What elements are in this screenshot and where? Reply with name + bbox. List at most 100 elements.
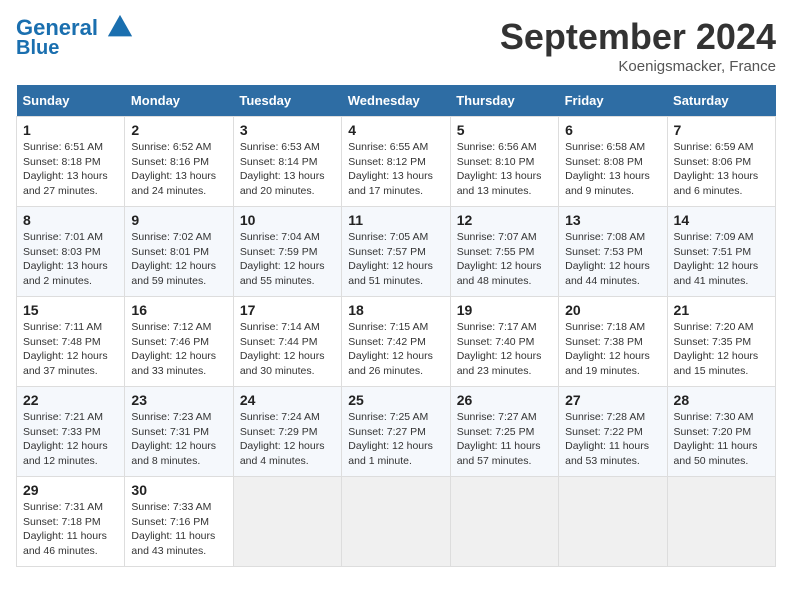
calendar-cell: 27Sunrise: 7:28 AMSunset: 7:22 PMDayligh… <box>559 387 667 477</box>
day-info: Sunrise: 6:52 AMSunset: 8:16 PMDaylight:… <box>131 140 226 199</box>
calendar-header-row: SundayMondayTuesdayWednesdayThursdayFrid… <box>17 85 776 117</box>
day-number: 7 <box>674 122 769 138</box>
day-number: 13 <box>565 212 660 228</box>
calendar-week-2: 15 Sunrise: 7:11 AMSunset: 7:48 PMDayligh… <box>17 297 776 387</box>
day-info: Sunrise: 7:02 AMSunset: 8:01 PMDaylight:… <box>131 230 226 289</box>
day-info: Sunrise: 7:15 AMSunset: 7:42 PMDaylight:… <box>348 320 443 379</box>
col-header-monday: Monday <box>125 85 233 117</box>
calendar-cell: 11 Sunrise: 7:05 AMSunset: 7:57 PMDayligh… <box>342 207 450 297</box>
day-number: 24 <box>240 392 335 408</box>
calendar-cell: 29 Sunrise: 7:31 AMSunset: 7:18 PMDayligh… <box>17 477 125 567</box>
calendar-week-4: 29 Sunrise: 7:31 AMSunset: 7:18 PMDayligh… <box>17 477 776 567</box>
calendar-cell: 13 Sunrise: 7:08 AMSunset: 7:53 PMDayligh… <box>559 207 667 297</box>
day-number: 17 <box>240 302 335 318</box>
calendar-week-1: 8 Sunrise: 7:01 AMSunset: 8:03 PMDaylight… <box>17 207 776 297</box>
calendar-cell: 21 Sunrise: 7:20 AMSunset: 7:35 PMDayligh… <box>667 297 775 387</box>
calendar-cell: 4Sunrise: 6:55 AMSunset: 8:12 PMDaylight… <box>342 117 450 207</box>
calendar-cell: 24 Sunrise: 7:24 AMSunset: 7:29 PMDayligh… <box>233 387 341 477</box>
calendar-cell <box>559 477 667 567</box>
calendar-week-3: 22 Sunrise: 7:21 AMSunset: 7:33 PMDayligh… <box>17 387 776 477</box>
day-number: 2 <box>131 122 226 138</box>
day-info: Sunrise: 7:08 AMSunset: 7:53 PMDaylight:… <box>565 230 660 289</box>
day-number: 9 <box>131 212 226 228</box>
calendar-cell: 20 Sunrise: 7:18 AMSunset: 7:38 PMDayligh… <box>559 297 667 387</box>
calendar-cell: 6Sunrise: 6:58 AMSunset: 8:08 PMDaylight… <box>559 117 667 207</box>
day-number: 12 <box>457 212 552 228</box>
calendar-cell: 2 Sunrise: 6:52 AMSunset: 8:16 PMDaylight… <box>125 117 233 207</box>
day-info: Sunrise: 7:25 AMSunset: 7:27 PMDaylight:… <box>348 410 443 469</box>
day-number: 30 <box>131 482 226 498</box>
calendar-cell: 26 Sunrise: 7:27 AMSunset: 7:25 PMDayligh… <box>450 387 558 477</box>
location: Koenigsmacker, France <box>500 58 776 75</box>
day-number: 22 <box>23 392 118 408</box>
day-info: Sunrise: 6:56 AMSunset: 8:10 PMDaylight:… <box>457 140 552 199</box>
day-number: 15 <box>23 302 118 318</box>
day-number: 21 <box>674 302 769 318</box>
calendar-cell: 10 Sunrise: 7:04 AMSunset: 7:59 PMDayligh… <box>233 207 341 297</box>
calendar-cell: 15 Sunrise: 7:11 AMSunset: 7:48 PMDayligh… <box>17 297 125 387</box>
day-number: 19 <box>457 302 552 318</box>
day-info: Sunrise: 7:20 AMSunset: 7:35 PMDaylight:… <box>674 320 769 379</box>
day-info: Sunrise: 6:53 AMSunset: 8:14 PMDaylight:… <box>240 140 335 199</box>
day-info: Sunrise: 7:04 AMSunset: 7:59 PMDaylight:… <box>240 230 335 289</box>
calendar-cell: 9 Sunrise: 7:02 AMSunset: 8:01 PMDaylight… <box>125 207 233 297</box>
day-info: Sunrise: 7:28 AMSunset: 7:22 PMDaylight:… <box>565 410 660 469</box>
day-info: Sunrise: 7:23 AMSunset: 7:31 PMDaylight:… <box>131 410 226 469</box>
calendar-cell <box>342 477 450 567</box>
calendar-table: SundayMondayTuesdayWednesdayThursdayFrid… <box>16 85 776 567</box>
calendar-cell: 30 Sunrise: 7:33 AMSunset: 7:16 PMDayligh… <box>125 477 233 567</box>
col-header-wednesday: Wednesday <box>342 85 450 117</box>
day-number: 8 <box>23 212 118 228</box>
day-info: Sunrise: 7:01 AMSunset: 8:03 PMDaylight:… <box>23 230 118 289</box>
calendar-cell: 17Sunrise: 7:14 AMSunset: 7:44 PMDayligh… <box>233 297 341 387</box>
day-info: Sunrise: 7:17 AMSunset: 7:40 PMDaylight:… <box>457 320 552 379</box>
col-header-sunday: Sunday <box>17 85 125 117</box>
day-info: Sunrise: 7:05 AMSunset: 7:57 PMDaylight:… <box>348 230 443 289</box>
day-info: Sunrise: 6:59 AMSunset: 8:06 PMDaylight:… <box>674 140 769 199</box>
day-number: 11 <box>348 212 443 228</box>
calendar-cell <box>233 477 341 567</box>
day-info: Sunrise: 7:18 AMSunset: 7:38 PMDaylight:… <box>565 320 660 379</box>
day-info: Sunrise: 7:07 AMSunset: 7:55 PMDaylight:… <box>457 230 552 289</box>
day-number: 26 <box>457 392 552 408</box>
calendar-cell: 3 Sunrise: 6:53 AMSunset: 8:14 PMDaylight… <box>233 117 341 207</box>
day-number: 29 <box>23 482 118 498</box>
calendar-cell: 22 Sunrise: 7:21 AMSunset: 7:33 PMDayligh… <box>17 387 125 477</box>
month-title: September 2024 <box>500 16 776 58</box>
day-number: 20 <box>565 302 660 318</box>
day-info: Sunrise: 7:21 AMSunset: 7:33 PMDaylight:… <box>23 410 118 469</box>
calendar-cell: 14Sunrise: 7:09 AMSunset: 7:51 PMDayligh… <box>667 207 775 297</box>
calendar-cell: 23Sunrise: 7:23 AMSunset: 7:31 PMDayligh… <box>125 387 233 477</box>
logo: General Blue <box>16 16 134 59</box>
calendar-cell: 8 Sunrise: 7:01 AMSunset: 8:03 PMDaylight… <box>17 207 125 297</box>
day-info: Sunrise: 7:33 AMSunset: 7:16 PMDaylight:… <box>131 500 226 559</box>
day-number: 6 <box>565 122 660 138</box>
day-info: Sunrise: 7:11 AMSunset: 7:48 PMDaylight:… <box>23 320 118 379</box>
calendar-cell: 19 Sunrise: 7:17 AMSunset: 7:40 PMDayligh… <box>450 297 558 387</box>
col-header-thursday: Thursday <box>450 85 558 117</box>
day-info: Sunrise: 7:09 AMSunset: 7:51 PMDaylight:… <box>674 230 769 289</box>
day-info: Sunrise: 7:24 AMSunset: 7:29 PMDaylight:… <box>240 410 335 469</box>
col-header-friday: Friday <box>559 85 667 117</box>
calendar-cell: 16Sunrise: 7:12 AMSunset: 7:46 PMDayligh… <box>125 297 233 387</box>
day-info: Sunrise: 7:27 AMSunset: 7:25 PMDaylight:… <box>457 410 552 469</box>
day-info: Sunrise: 6:51 AMSunset: 8:18 PMDaylight:… <box>23 140 118 199</box>
col-header-saturday: Saturday <box>667 85 775 117</box>
col-header-tuesday: Tuesday <box>233 85 341 117</box>
day-info: Sunrise: 7:31 AMSunset: 7:18 PMDaylight:… <box>23 500 118 559</box>
calendar-cell: 25Sunrise: 7:25 AMSunset: 7:27 PMDayligh… <box>342 387 450 477</box>
calendar-cell: 28Sunrise: 7:30 AMSunset: 7:20 PMDayligh… <box>667 387 775 477</box>
calendar-cell <box>667 477 775 567</box>
day-number: 3 <box>240 122 335 138</box>
day-number: 5 <box>457 122 552 138</box>
calendar-week-0: 1 Sunrise: 6:51 AMSunset: 8:18 PMDaylight… <box>17 117 776 207</box>
day-number: 10 <box>240 212 335 228</box>
day-info: Sunrise: 6:55 AMSunset: 8:12 PMDaylight:… <box>348 140 443 199</box>
calendar-cell: 1 Sunrise: 6:51 AMSunset: 8:18 PMDaylight… <box>17 117 125 207</box>
day-number: 16 <box>131 302 226 318</box>
day-info: Sunrise: 7:30 AMSunset: 7:20 PMDaylight:… <box>674 410 769 469</box>
calendar-cell: 18 Sunrise: 7:15 AMSunset: 7:42 PMDayligh… <box>342 297 450 387</box>
page-header: General Blue September 2024 Koenigsmacke… <box>16 16 776 75</box>
day-number: 1 <box>23 122 118 138</box>
day-number: 18 <box>348 302 443 318</box>
